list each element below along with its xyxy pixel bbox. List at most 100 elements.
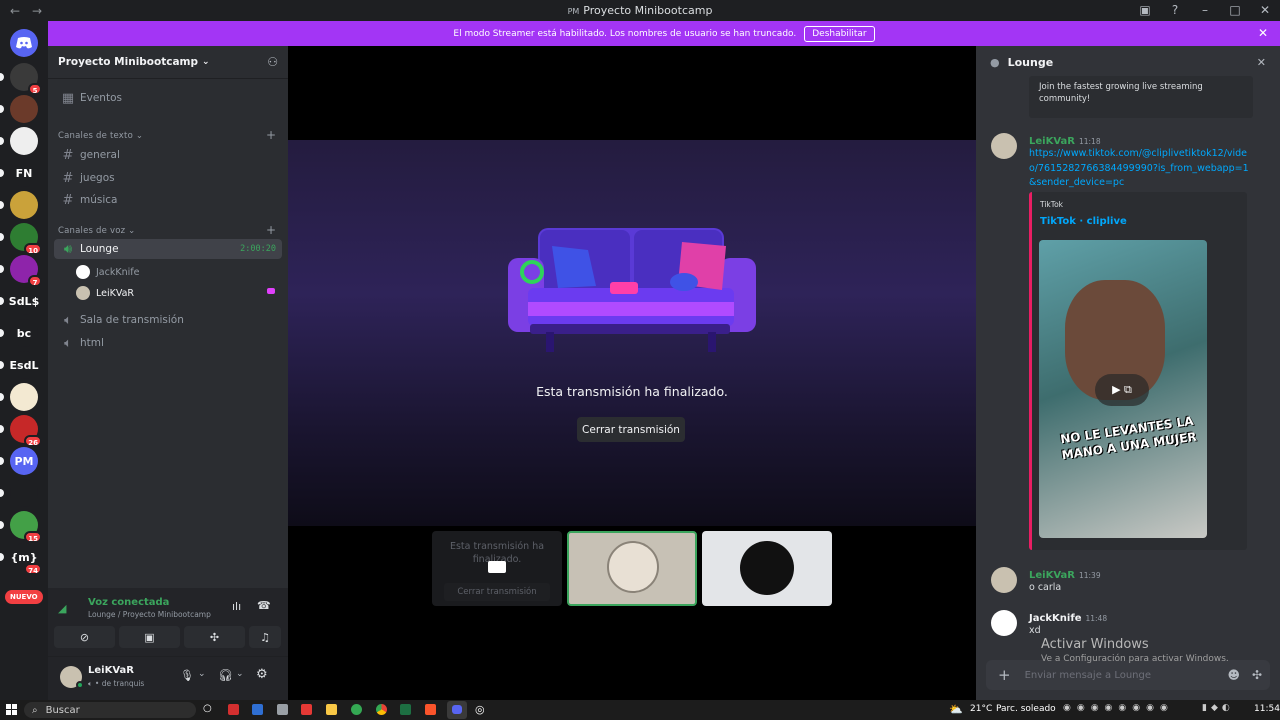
add-voice-channel-icon[interactable]: + [266,223,276,237]
taskbar-search[interactable]: ⌕ Buscar [24,702,196,718]
voice-channel-html[interactable]: 🔈︎ html [54,333,282,353]
tile-close-button[interactable]: Cerrar transmisión [444,583,550,601]
add-friend-icon[interactable]: ⚇ [267,55,278,69]
unread-indicator [0,457,4,465]
brave-icon[interactable] [228,704,239,715]
participant-tile-jackknife[interactable] [702,531,832,606]
discord-home-icon[interactable] [10,29,38,57]
chrome-icon[interactable] [376,704,387,715]
disconnect-icon[interactable]: ☎ [257,599,271,612]
add-attachment-icon[interactable]: + [998,666,1011,684]
server-icon[interactable]: {m} 74 [0,543,42,575]
unread-indicator [0,105,4,113]
stream-tile-ended[interactable]: Esta transmisión ha finalizado. Cerrar t… [432,531,562,606]
voice-status[interactable]: Voz conectada [88,597,169,608]
brave-browser-icon[interactable] [425,704,436,715]
share-screen-button[interactable]: ▣ [119,626,180,648]
server-icon[interactable]: 7 [0,255,42,287]
message-link[interactable]: https://www.tiktok.com/@cliplivetiktok12… [1029,147,1255,191]
embed-title[interactable]: TikTok · cliplive [1040,216,1127,227]
channel-musica[interactable]: # música [54,190,282,210]
close-chat-icon[interactable]: ✕ [1257,56,1266,69]
server-icon[interactable] [0,95,38,123]
chevron-down-icon[interactable]: ⌄ [198,669,206,679]
hash-icon: # [62,170,74,186]
file-explorer-icon[interactable] [326,704,337,715]
clock[interactable]: 11:54 [1254,704,1280,714]
noise-suppression-icon[interactable]: ılı [232,600,241,613]
close-window-icon[interactable]: ✕ [1250,0,1280,21]
minimize-icon[interactable]: – [1190,0,1220,21]
server-icon[interactable] [0,191,38,219]
server-icon[interactable]: 15 [0,511,42,543]
server-icon[interactable]: 10 [0,223,42,255]
channel-juegos[interactable]: # juegos [54,168,282,188]
embed-video-thumbnail[interactable]: ▶ ⧉ NO LE LEVANTES LA MANO A UNA MUJER [1039,240,1207,538]
activities-button[interactable]: ✣ [184,626,245,648]
disable-streamer-button[interactable]: Deshabilitar [804,25,875,42]
app-icon[interactable]: ◎ [475,703,485,716]
unread-indicator [0,393,4,401]
play-video-button[interactable]: ▶ ⧉ [1095,374,1149,406]
message-header: JackKnife 11:48 [1029,610,1107,624]
previous-embed: Join the fastest growing live streaming … [1029,76,1253,118]
weather-temp[interactable]: 21°C [970,704,992,714]
participant-tile-leikvar[interactable] [567,531,697,606]
app-icon[interactable] [277,704,288,715]
chevron-down-icon[interactable]: ⌄ [236,669,244,679]
app-icon[interactable] [252,704,263,715]
apps-icon[interactable]: ✣ [1252,668,1262,682]
headphones-icon[interactable]: 🎧︎ [218,668,233,682]
message-author[interactable]: LeiKVaR [1029,136,1075,147]
tray-icons[interactable]: ◉◉◉◉◉◉◉◉ [1063,703,1174,713]
settings-gear-icon[interactable]: ⚙ [256,667,268,682]
voice-channel-lounge[interactable]: 🔊︎ Lounge 2:00:20 [54,239,282,259]
camera-off-button[interactable]: ⊘ [54,626,115,648]
server-icon[interactable]: FN [0,159,38,187]
server-label: EsdL [9,358,39,372]
user-name[interactable]: LeiKVaR [88,665,134,676]
voice-channel-stage[interactable]: 🔈︎ Sala de transmisión [54,310,282,330]
voice-category[interactable]: Canales de voz ⌄ [58,226,136,236]
channel-general[interactable]: # general [54,145,282,165]
app-icon[interactable] [351,704,362,715]
help-icon[interactable]: ? [1160,0,1190,21]
message-author[interactable]: LeiKVaR [1029,570,1075,581]
voice-user-jackknife[interactable]: JackKnife [76,262,139,282]
server-icon[interactable]: 26 [0,415,42,447]
pdf-icon[interactable] [301,704,312,715]
message-author[interactable]: JackKnife [1029,613,1081,624]
channel-label: Lounge [80,243,119,255]
unread-indicator [0,425,4,433]
message-input[interactable]: + Enviar mensaje a Lounge ☻ ✣ [986,660,1270,690]
voice-location[interactable]: Lounge / Proyecto Minibootcamp [88,610,211,619]
guild-header[interactable]: Proyecto Minibootcamp ⌄ ⚇ [48,46,288,79]
add-text-channel-icon[interactable]: + [266,128,276,142]
close-banner-icon[interactable]: ✕ [1258,26,1268,40]
microphone-icon[interactable]: 🎙︎ [180,669,194,682]
weather-text[interactable]: Parc. soleado [996,704,1056,714]
server-icon[interactable]: 5 [0,63,42,95]
excel-icon[interactable] [400,704,411,715]
camera-off-icon: ⊘ [79,630,90,644]
emoji-icon[interactable]: ☻ [1227,668,1240,682]
screen-share-icon: ▣ [144,630,155,644]
system-tray-status-icons[interactable]: ▮◆◐ [1202,703,1234,713]
events-item[interactable]: ▦ Eventos [54,88,282,108]
server-icon[interactable] [0,479,38,507]
text-category[interactable]: Canales de texto ⌄ [58,131,143,141]
voice-user-leikvar[interactable]: LeiKVaR [76,283,134,303]
server-icon[interactable]: bc [0,319,38,347]
inbox-icon[interactable]: ▣ [1130,0,1160,21]
close-stream-button[interactable]: Cerrar transmisión [577,417,685,442]
server-icon[interactable] [0,383,38,411]
soundboard-button[interactable]: ♫ [249,626,281,648]
maximize-icon[interactable]: □ [1220,0,1250,21]
server-icon[interactable]: EsdL [0,351,39,379]
server-icon[interactable] [0,127,38,155]
discord-taskbar-button[interactable] [447,701,467,719]
server-icon[interactable]: PM [0,447,38,475]
server-icon[interactable]: SdL$ [0,287,39,315]
task-view-icon[interactable]: ○ [203,703,212,714]
windows-start-icon[interactable] [6,704,17,715]
